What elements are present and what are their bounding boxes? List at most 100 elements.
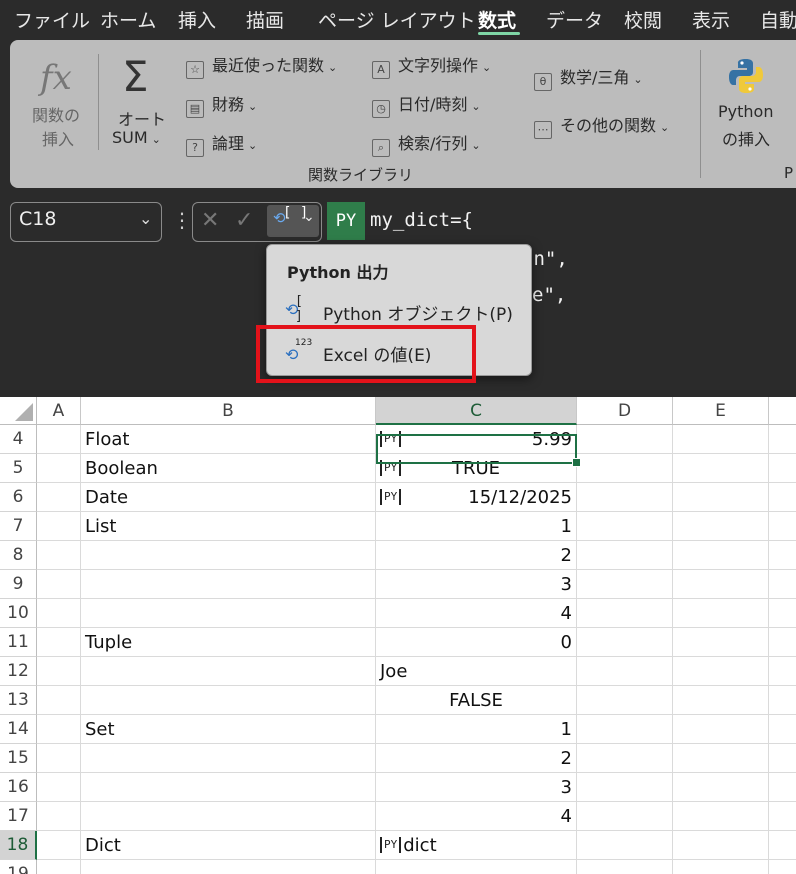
insert-function-button[interactable]: fx 関数の 挿入 (24, 48, 94, 158)
cancel-icon[interactable]: ✕ (201, 208, 219, 233)
cell-c[interactable]: 2 (376, 541, 577, 570)
cell-f[interactable] (769, 454, 796, 483)
cell-f[interactable] (769, 657, 796, 686)
cell-b[interactable] (81, 570, 376, 599)
cell-e[interactable] (673, 831, 769, 860)
cell-d[interactable] (577, 425, 673, 454)
tab-data[interactable]: データ (546, 6, 603, 33)
cell-f[interactable] (769, 686, 796, 715)
cell-c[interactable]: 4 (376, 599, 577, 628)
cell-d[interactable] (577, 715, 673, 744)
recent-functions-button[interactable]: ☆ 最近使った関数 ⌄ (186, 52, 337, 79)
cell-d[interactable] (577, 512, 673, 541)
date-time-button[interactable]: ◷ 日付/時刻 ⌄ (372, 91, 481, 118)
column-header-d[interactable]: D (577, 397, 673, 425)
tab-view[interactable]: 表示 (692, 6, 730, 33)
cell-f[interactable] (769, 628, 796, 657)
financial-button[interactable]: ▤ 財務 ⌄ (186, 91, 257, 118)
row-header[interactable]: 7 (0, 512, 37, 541)
cell-c[interactable]: 0 (376, 628, 577, 657)
cell-b[interactable]: Set (81, 715, 376, 744)
row-header[interactable]: 8 (0, 541, 37, 570)
cell-e[interactable] (673, 657, 769, 686)
cell-a[interactable] (37, 802, 81, 831)
cell-b[interactable] (81, 802, 376, 831)
chevron-down-icon[interactable]: ⌄ (139, 209, 152, 228)
math-trig-button[interactable]: θ 数学/三角 ⌄ (534, 64, 643, 91)
tab-home[interactable]: ホーム (100, 6, 156, 33)
cell-e[interactable] (673, 686, 769, 715)
cell-c[interactable] (376, 860, 577, 874)
text-functions-button[interactable]: A 文字列操作 ⌄ (372, 52, 491, 79)
formula-input-line-1[interactable]: my_dict={ (370, 209, 473, 231)
tab-insert[interactable]: 挿入 (178, 6, 216, 33)
cell-b[interactable] (81, 773, 376, 802)
row-header[interactable]: 17 (0, 802, 37, 831)
row-header[interactable]: 16 (0, 773, 37, 802)
cell-e[interactable] (673, 599, 769, 628)
cell-e[interactable] (673, 512, 769, 541)
cell-f[interactable] (769, 802, 796, 831)
cell-e[interactable] (673, 454, 769, 483)
cell-c[interactable]: 1 (376, 715, 577, 744)
cell-a[interactable] (37, 628, 81, 657)
python-cell-icon[interactable]: PY (380, 489, 402, 505)
cell-a[interactable] (37, 773, 81, 802)
logical-button[interactable]: ? 論理 ⌄ (186, 130, 257, 157)
insert-python-button[interactable]: Python の挿入 (710, 48, 786, 158)
cell-c[interactable]: Joe (376, 657, 577, 686)
cell-b[interactable] (81, 657, 376, 686)
cell-e[interactable] (673, 425, 769, 454)
row-header[interactable]: 19 (0, 860, 37, 874)
cell-a[interactable] (37, 860, 81, 874)
name-box[interactable]: C18 ⌄ (10, 202, 162, 242)
column-header-f-partial[interactable] (769, 397, 796, 425)
cell-e[interactable] (673, 860, 769, 874)
cell-f[interactable] (769, 483, 796, 512)
cell-d[interactable] (577, 773, 673, 802)
cell-c[interactable]: FALSE (376, 686, 577, 715)
cell-e[interactable] (673, 715, 769, 744)
cell-f[interactable] (769, 773, 796, 802)
cell-d[interactable] (577, 860, 673, 874)
cell-e[interactable] (673, 541, 769, 570)
row-header[interactable]: 14 (0, 715, 37, 744)
cell-d[interactable] (577, 686, 673, 715)
cell-f[interactable] (769, 425, 796, 454)
tab-review[interactable]: 校閲 (624, 6, 662, 33)
cell-f[interactable] (769, 831, 796, 860)
cell-a[interactable] (37, 541, 81, 570)
cell-a[interactable] (37, 512, 81, 541)
cell-a[interactable] (37, 744, 81, 773)
cell-c[interactable]: 2 (376, 744, 577, 773)
cell-d[interactable] (577, 454, 673, 483)
cell-d[interactable] (577, 541, 673, 570)
cell-b[interactable] (81, 744, 376, 773)
column-header-e[interactable]: E (673, 397, 769, 425)
cell-a[interactable] (37, 599, 81, 628)
cell-a[interactable] (37, 454, 81, 483)
fill-handle[interactable] (572, 458, 581, 467)
cell-f[interactable] (769, 570, 796, 599)
cell-d[interactable] (577, 599, 673, 628)
row-header[interactable]: 11 (0, 628, 37, 657)
cell-f[interactable] (769, 512, 796, 541)
cell-c[interactable]: 1 (376, 512, 577, 541)
more-functions-button[interactable]: ⋯ その他の関数 ⌄ (534, 112, 669, 139)
enter-check-icon[interactable]: ✓ (235, 208, 253, 233)
more-options-icon[interactable]: ⋮ (172, 208, 192, 232)
lookup-button[interactable]: ⌕ 検索/行列 ⌄ (372, 130, 481, 157)
cell-c[interactable]: 3 (376, 773, 577, 802)
column-header-b[interactable]: B (81, 397, 376, 425)
autosum-button[interactable]: Σ オート SUM ⌄ (108, 48, 180, 158)
cell-d[interactable] (577, 628, 673, 657)
row-header[interactable]: 10 (0, 599, 37, 628)
cell-e[interactable] (673, 773, 769, 802)
cell-c[interactable]: 4 (376, 802, 577, 831)
cell-f[interactable] (769, 599, 796, 628)
row-header[interactable]: 6 (0, 483, 37, 512)
cell-b[interactable] (81, 686, 376, 715)
cell-c[interactable]: PY dict (376, 831, 577, 860)
column-header-a[interactable]: A (37, 397, 81, 425)
cell-c[interactable]: 3 (376, 570, 577, 599)
